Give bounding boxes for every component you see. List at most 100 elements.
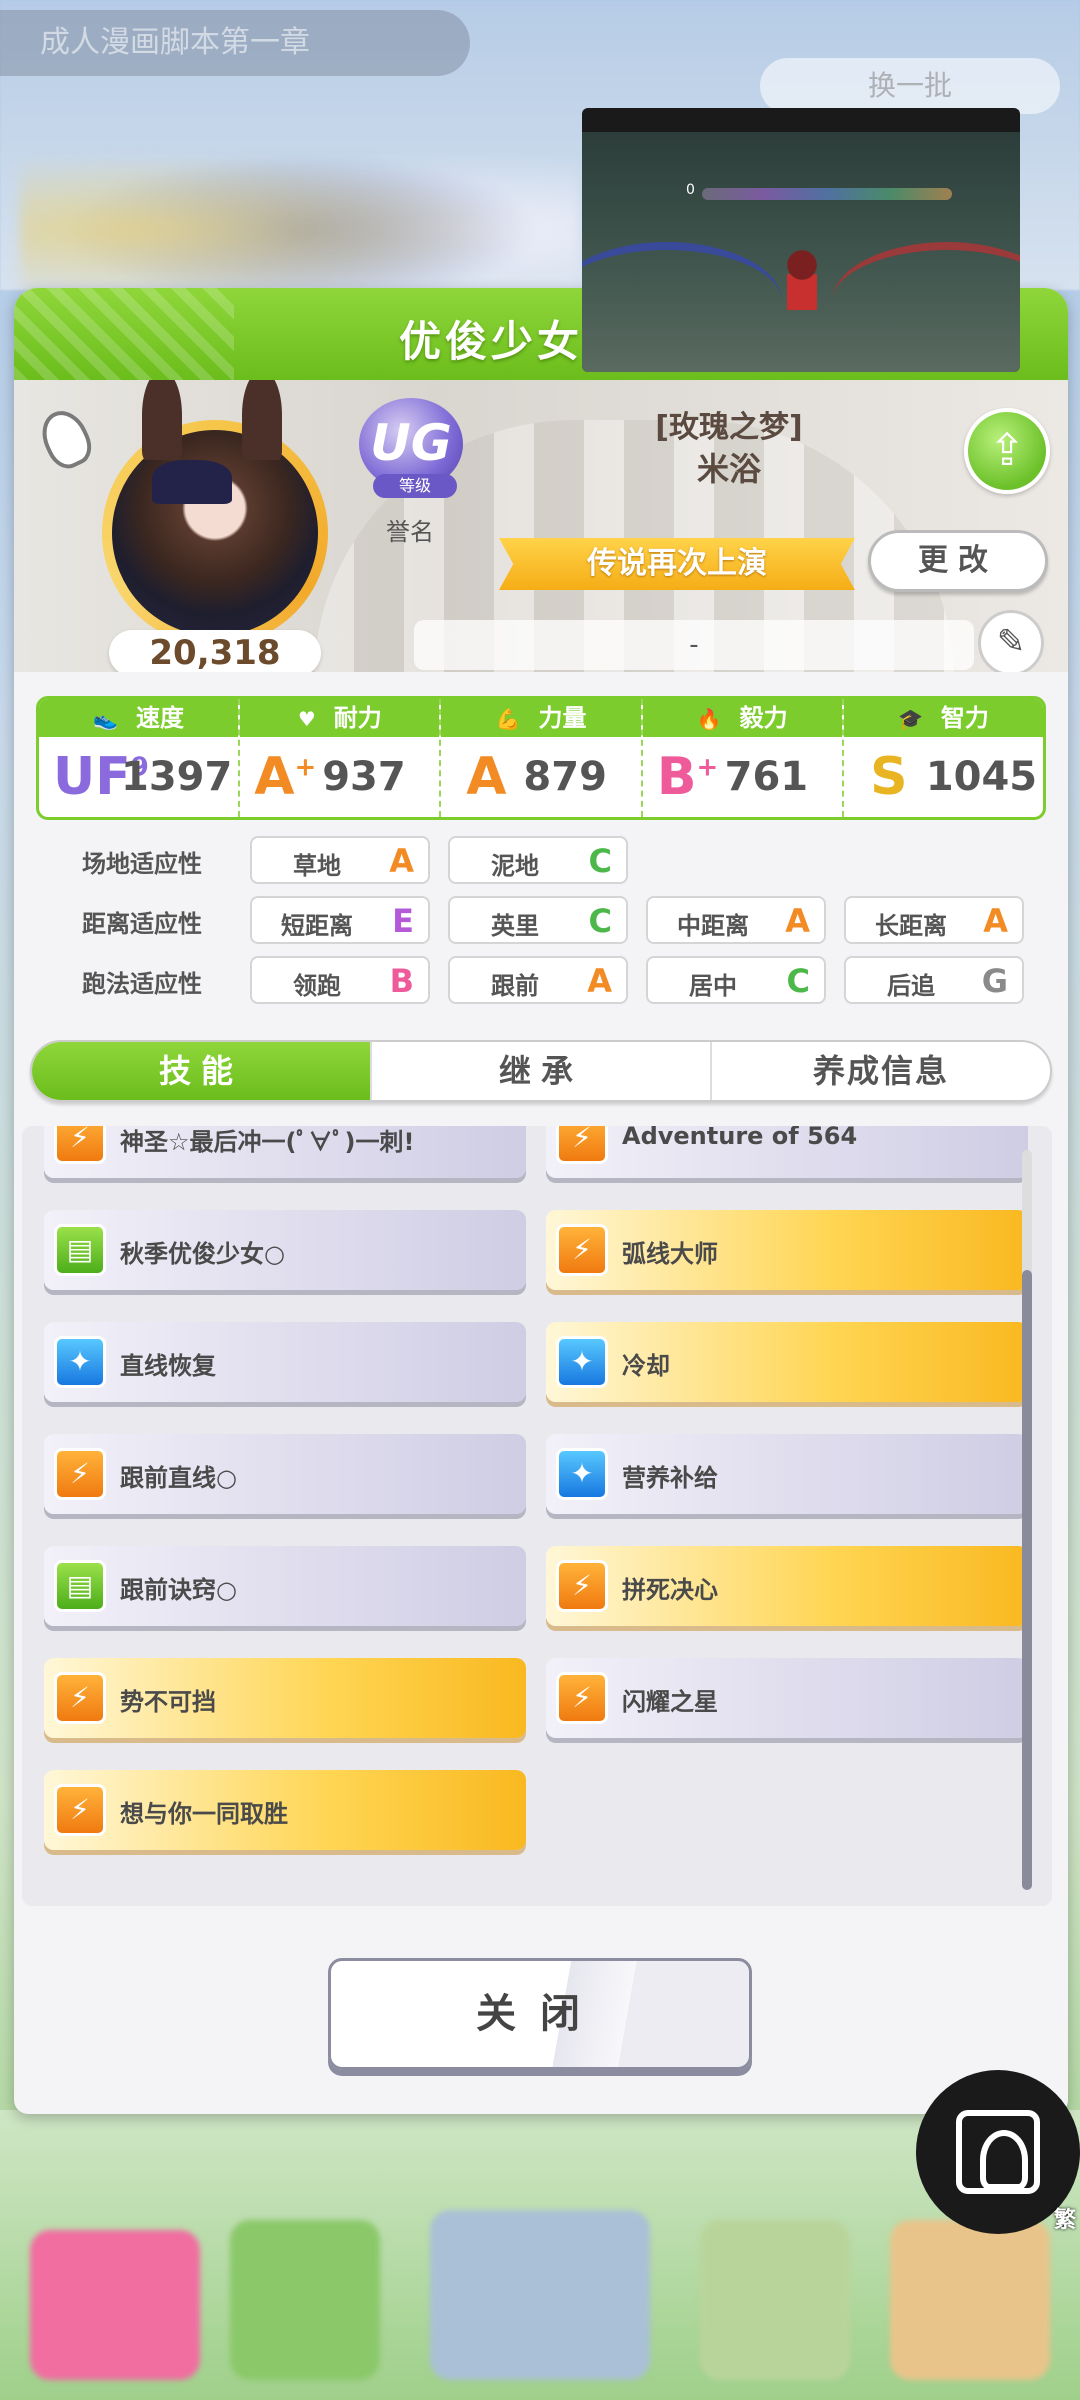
menu-tile-icon [430,2210,650,2380]
aptitude-grade: A [389,842,414,880]
skill-item[interactable]: ⚡ 闪耀之星 [546,1658,1028,1738]
video-character [787,250,817,310]
share-button[interactable]: ⇪ [964,408,1050,494]
skill-orange-icon: ⚡ [54,1672,106,1724]
close-button[interactable]: 关闭 [328,1958,752,2070]
stat-column: 💪 力量 A 879 [441,699,643,817]
menu-tile-icon [890,2220,1050,2380]
tab-training-info[interactable]: 养成信息 [712,1042,1050,1100]
menu-tile-icon [230,2220,380,2380]
skill-item[interactable]: ▤ 秋季优俊少女○ [44,1210,526,1290]
comment-box: - [414,620,974,670]
skill-item[interactable]: ⚡ 神圣☆最后冲一(ﾟ∀ﾟ)一刺! [44,1126,526,1178]
stat-grade: B+ [657,747,719,807]
skill-item[interactable]: ⚡ Adventure of 564 [546,1126,1028,1178]
aptitude-cell: 后追 G [844,956,1024,1004]
skill-item[interactable]: ✦ 冷却 [546,1322,1028,1402]
carrot-icon[interactable] [33,403,99,475]
video-counter: 0 [686,182,695,198]
skill-name: 跟前直线○ [120,1464,237,1492]
floating-video-player[interactable]: 0 [582,108,1020,372]
aptitude-cell: 居中 C [646,956,826,1004]
background-characters [20,140,580,290]
stat-body: S 1045 [844,737,1043,817]
scrollbar-thumb[interactable] [1022,1270,1032,1890]
skill-item[interactable]: ✦ 直线恢复 [44,1322,526,1402]
stat-body: A+ 937 [240,737,439,817]
character-title: [玫瑰之梦] [655,410,803,445]
skill-name: 跟前诀窍○ [120,1576,237,1604]
skill-name: 营养补给 [622,1464,718,1492]
status-table: 👟 速度 UF9 1397 ♥ 耐力 A+ 937 💪 力量 A 879 🔥 毅力 B+… [36,696,1046,820]
aptitude-grade: A [587,962,612,1000]
skill-scrollbar[interactable] [1022,1150,1032,1890]
stat-column: 🎓 智力 S 1045 [843,699,1043,817]
stat-grade-letter: A [254,747,295,807]
skill-blue-icon: ✦ [556,1448,608,1500]
aptitude-grade: A [785,902,810,940]
aptitude-name: 跟前 [491,972,539,1000]
stat-grade-sup: + [696,752,719,783]
edit-comment-button[interactable]: ✎ [978,610,1044,672]
skill-item[interactable]: ⚡ 跟前直线○ [44,1434,526,1514]
aptitude-name: 居中 [689,972,737,1000]
skill-item[interactable]: ⚡ 势不可挡 [44,1658,526,1738]
stat-grade: A+ [254,747,316,807]
background-pill-button: 换一批 [760,58,1060,114]
traditional-chinese-label[interactable]: 繁 [1054,2202,1076,2234]
aptitude-grade: E [392,902,414,940]
aptitude-cell: 泥地 C [448,836,628,884]
aptitude-row-style: 跑法适应性 领跑 B 跟前 A 居中 C 后追 G [44,956,1054,1004]
aptitude-label: 跑法适应性 [82,970,202,998]
rank-label: 誉名 [386,518,434,546]
rank-badge[interactable]: UG 等级 [359,398,475,510]
skill-name: 冷却 [622,1352,670,1380]
stat-grade: S [858,747,920,807]
hat [152,460,232,504]
skill-blue-icon: ✦ [54,1336,106,1388]
aptitude-grade: G [981,962,1008,1000]
flame-icon: 🔥 [696,707,722,731]
skill-orange-icon: ⚡ [556,1224,608,1276]
avatar-frame[interactable] [102,380,328,646]
skill-green-icon: ▤ [54,1560,106,1612]
video-arc-right [832,242,1020,362]
fan-count: 20,318 [109,630,321,672]
skill-item[interactable]: ▤ 跟前诀窍○ [44,1546,526,1626]
skill-item[interactable]: ⚡ 想与你一同取胜 [44,1770,526,1850]
skill-name: 神圣☆最后冲一(ﾟ∀ﾟ)一刺! [120,1128,415,1156]
skill-name: 秋季优俊少女○ [120,1240,285,1268]
stat-grade-sup: + [294,752,317,783]
skill-orange-icon: ⚡ [556,1672,608,1724]
stat-value: 1397 [121,754,233,800]
skill-item[interactable]: ✦ 营养补给 [546,1434,1028,1514]
stat-column: 👟 速度 UF9 1397 [39,699,241,817]
tab-inheritance[interactable]: 继承 [372,1042,712,1100]
tab-skills[interactable]: 技能 [32,1042,372,1100]
profile-card: 20,318 UG 等级 誉名 [玫瑰之梦] 米浴 ⇪ 传说再次上演 更改 - … [14,380,1068,672]
stat-body: A 879 [441,737,640,817]
skill-list[interactable]: ⚡ 神圣☆最后冲一(ﾟ∀ﾟ)一刺! ⚡ Adventure of 564 ▤ 秋季优俊少女… [22,1126,1052,1906]
stat-name: 毅力 [739,704,788,732]
stat-grade: UF9 [53,747,149,807]
video-progress-bar [702,188,952,200]
skill-orange-icon: ⚡ [556,1126,608,1164]
stat-header: ♥ 耐力 [240,699,440,737]
change-title-button[interactable]: 更改 [868,530,1048,592]
aptitude-cell: 领跑 B [250,956,430,1004]
title-ribbon: 传说再次上演 [499,538,855,590]
stat-column: ♥ 耐力 A+ 937 [240,699,442,817]
skill-item[interactable]: ⚡ 拼死决心 [546,1546,1028,1626]
header-stripes [14,288,234,380]
aptitude-grade: C [786,962,810,1000]
aptitude-name: 中距离 [677,912,749,940]
aptitude-cell: 长距离 A [844,896,1024,944]
aptitude-cell: 英里 C [448,896,628,944]
aptitude-label: 距离适应性 [82,910,202,938]
aptitude-name: 长距离 [875,912,947,940]
aptitude-name: 英里 [491,912,539,940]
stat-column: 🔥 毅力 B+ 761 [642,699,844,817]
skill-name: 闪耀之星 [622,1688,718,1716]
menu-tile-icon [30,2230,200,2380]
skill-item[interactable]: ⚡ 弧线大师 [546,1210,1028,1290]
